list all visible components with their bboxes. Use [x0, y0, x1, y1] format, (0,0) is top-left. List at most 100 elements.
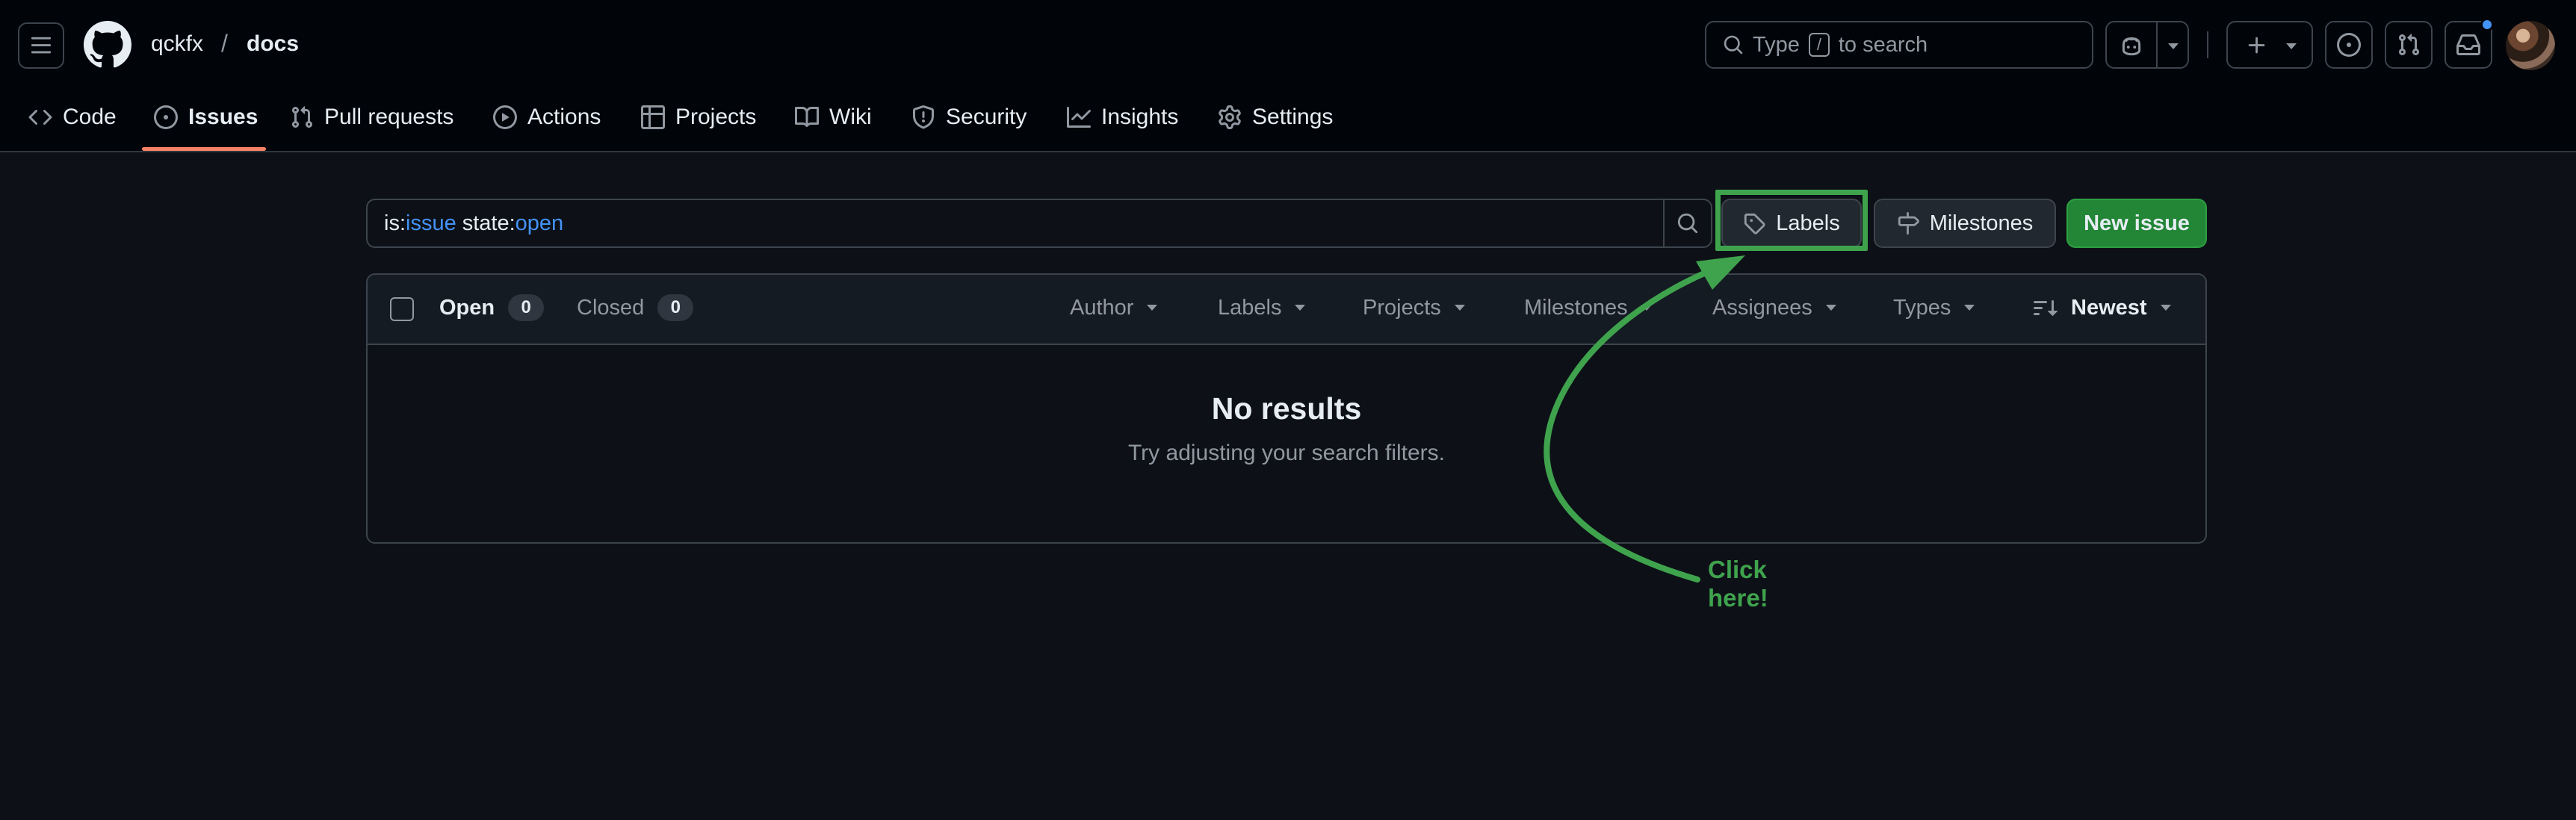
search-hint-post: to search — [1838, 32, 1928, 57]
breadcrumb-separator: / — [221, 30, 228, 57]
labels-highlight-box — [1715, 190, 1868, 251]
issues-shortcut-button[interactable] — [2325, 21, 2373, 69]
query-qualifier: is: — [384, 211, 406, 235]
tab-label: Wiki — [829, 105, 872, 129]
menu-button[interactable] — [18, 22, 64, 69]
issue-opened-icon — [2337, 33, 2361, 57]
projects-filter[interactable]: Projects — [1363, 293, 1465, 323]
chevron-down-icon — [1641, 305, 1652, 311]
github-logo-icon[interactable] — [84, 21, 131, 69]
annotation-text-line1: Click — [1708, 556, 1767, 583]
select-all-checkbox[interactable] — [390, 297, 414, 321]
new-issue-button[interactable]: New issue — [2066, 199, 2207, 248]
notification-dot — [2480, 18, 2494, 31]
tab-label: Pull requests — [324, 105, 454, 129]
issues-filter-input[interactable]: is: issue state: open — [366, 199, 1663, 248]
empty-state-text: Try adjusting your search filters. — [1127, 441, 1446, 465]
header-divider — [2207, 31, 2208, 58]
query-qualifier: state: — [462, 211, 515, 235]
filter-label: Projects — [1363, 295, 1441, 320]
search-input[interactable]: Type / to search — [1705, 21, 2093, 69]
tab-projects[interactable]: Projects — [641, 99, 756, 136]
annotation-text-line2: here! — [1708, 584, 1768, 612]
tab-actions[interactable]: Actions — [493, 99, 601, 136]
code-icon — [28, 109, 52, 125]
sort-desc-icon — [2034, 300, 2058, 317]
search-shortcut-key: / — [1808, 33, 1830, 57]
tab-issues[interactable]: Issues — [154, 99, 258, 136]
chevron-down-icon — [2160, 305, 2171, 311]
plus-icon — [2248, 37, 2265, 54]
labels-filter[interactable]: Labels — [1218, 293, 1306, 323]
breadcrumb-owner[interactable]: qckfx — [151, 31, 203, 57]
closed-label: Closed — [577, 295, 645, 320]
query-value: issue — [406, 211, 456, 235]
chevron-down-icon — [1147, 305, 1158, 311]
tab-security[interactable]: Security — [911, 99, 1027, 136]
issue-opened-icon — [154, 105, 178, 129]
sort-label: Newest — [2071, 295, 2147, 320]
inbox-icon — [2456, 34, 2480, 55]
create-new-button[interactable] — [2226, 21, 2313, 69]
closed-issues-tab[interactable]: Closed 0 — [577, 293, 694, 323]
tab-label: Security — [946, 105, 1027, 129]
active-tab-underline — [142, 147, 266, 151]
tab-label: Issues — [188, 105, 258, 129]
search-icon — [1677, 213, 1698, 234]
empty-state-title: No results — [1211, 391, 1362, 426]
gear-icon — [1219, 105, 1241, 129]
new-issue-button-label: New issue — [2084, 211, 2190, 235]
closed-count: 0 — [657, 294, 694, 321]
search-icon — [1724, 35, 1743, 55]
copilot-icon — [2122, 37, 2141, 56]
avatar[interactable] — [2506, 21, 2555, 70]
author-filter[interactable]: Author — [1070, 293, 1158, 323]
types-filter[interactable]: Types — [1893, 293, 1975, 323]
copilot-button[interactable] — [2105, 21, 2189, 69]
graph-icon — [1067, 107, 1091, 128]
git-pull-request-icon — [2398, 34, 2420, 56]
sort-dropdown[interactable]: Newest — [2034, 293, 2171, 323]
tab-label: Code — [63, 105, 117, 129]
tab-insights[interactable]: Insights — [1067, 99, 1178, 136]
tab-pull-requests[interactable]: Pull requests — [290, 99, 453, 136]
chevron-down-icon — [2286, 43, 2297, 49]
query-value: open — [515, 211, 564, 235]
filter-label: Milestones — [1524, 295, 1628, 320]
shield-icon — [913, 105, 934, 129]
filter-search-button[interactable] — [1663, 199, 1712, 248]
filter-label: Types — [1893, 295, 1951, 320]
search-hint-pre: Type — [1753, 32, 1800, 57]
play-icon — [493, 105, 517, 129]
git-pull-request-icon — [291, 106, 313, 128]
pull-requests-shortcut-button[interactable] — [2385, 21, 2433, 69]
chevron-down-icon — [1825, 305, 1836, 311]
filter-label: Labels — [1218, 295, 1282, 320]
tab-label: Projects — [675, 105, 757, 129]
copilot-divider — [2156, 22, 2158, 67]
tab-code[interactable]: Code — [28, 99, 117, 136]
milestones-filter[interactable]: Milestones — [1524, 293, 1652, 323]
filter-label: Assignees — [1712, 295, 1812, 320]
open-issues-tab[interactable]: Open 0 — [439, 293, 545, 323]
app-header: qckfx / docs Type / to search Code Issue… — [0, 0, 2576, 152]
chevron-down-icon — [1454, 305, 1465, 311]
breadcrumb-repo[interactable]: docs — [247, 31, 299, 57]
tab-label: Insights — [1101, 105, 1179, 129]
table-icon — [641, 105, 665, 129]
open-count: 0 — [508, 294, 545, 321]
chevron-down-icon — [2168, 43, 2179, 49]
tab-wiki[interactable]: Wiki — [795, 99, 872, 136]
assignees-filter[interactable]: Assignees — [1712, 293, 1836, 323]
milestone-icon — [1898, 212, 1919, 234]
milestones-button-label: Milestones — [1929, 211, 2034, 235]
filter-label: Author — [1070, 295, 1134, 320]
milestones-button[interactable]: Milestones — [1874, 199, 2056, 248]
hamburger-icon — [31, 37, 52, 54]
book-icon — [795, 106, 819, 127]
open-label: Open — [439, 295, 495, 320]
tab-settings[interactable]: Settings — [1218, 99, 1333, 136]
tab-label: Settings — [1252, 105, 1334, 129]
tab-label: Actions — [527, 105, 601, 129]
chevron-down-icon — [1295, 305, 1306, 311]
